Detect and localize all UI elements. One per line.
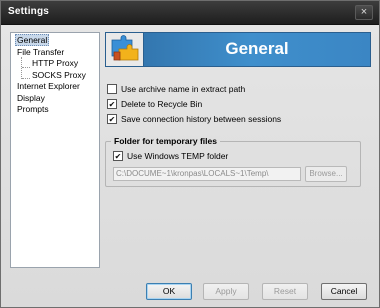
settings-window: Settings × General File Transfer HTTP Pr… — [0, 0, 380, 308]
checkbox[interactable] — [107, 114, 117, 124]
group-title: Folder for temporary files — [111, 136, 220, 147]
tree-item-label: HTTP Proxy — [32, 58, 79, 68]
tree-item-label: Prompts — [17, 104, 49, 114]
tree-item-label: File Transfer — [17, 46, 65, 57]
tree-item-file-transfer[interactable]: File Transfer — [11, 47, 99, 59]
tree-item-label: SOCKS Proxy — [32, 69, 86, 80]
option-label: Save connection history between sessions — [121, 114, 282, 124]
apply-button[interactable]: Apply — [203, 283, 249, 300]
option-label: Delete to Recycle Bin — [121, 99, 203, 109]
cancel-button[interactable]: Cancel — [321, 283, 367, 300]
temp-path-field[interactable]: C:\DOCUME~1\kronpas\LOCALS~1\Temp\ — [113, 167, 301, 181]
settings-tree[interactable]: General File Transfer HTTP Proxy SOCKS P… — [10, 32, 100, 268]
tree-item-http-proxy[interactable]: HTTP Proxy — [11, 58, 99, 70]
checkbox[interactable] — [113, 151, 123, 161]
header-icon-box — [106, 33, 144, 66]
option-label: Use archive name in extract path — [121, 84, 246, 94]
tree-item-label: Display — [17, 92, 45, 103]
tree-item-prompts[interactable]: Prompts — [11, 104, 99, 116]
tree-item-socks-proxy[interactable]: SOCKS Proxy — [11, 70, 99, 82]
tree-item-general[interactable]: General — [11, 34, 99, 47]
checkbox[interactable] — [107, 99, 117, 109]
header-title: General — [225, 39, 289, 58]
tree-item-label: General — [15, 34, 50, 46]
tree-item-internet-explorer[interactable]: Internet Explorer — [11, 81, 99, 93]
puzzle-icon — [111, 35, 139, 61]
browse-button[interactable]: Browse... — [305, 166, 347, 182]
title-bar[interactable]: Settings × — [1, 1, 379, 25]
tree-item-display[interactable]: Display — [11, 93, 99, 105]
option-label: Use Windows TEMP folder — [127, 151, 229, 161]
reset-button[interactable]: Reset — [262, 283, 308, 300]
tree-item-label: Internet Explorer — [17, 81, 80, 91]
close-button[interactable]: × — [355, 5, 373, 20]
page-header: General — [105, 32, 371, 67]
ok-button[interactable]: OK — [146, 283, 192, 300]
window-title: Settings — [8, 6, 50, 17]
checkbox[interactable] — [107, 84, 117, 94]
